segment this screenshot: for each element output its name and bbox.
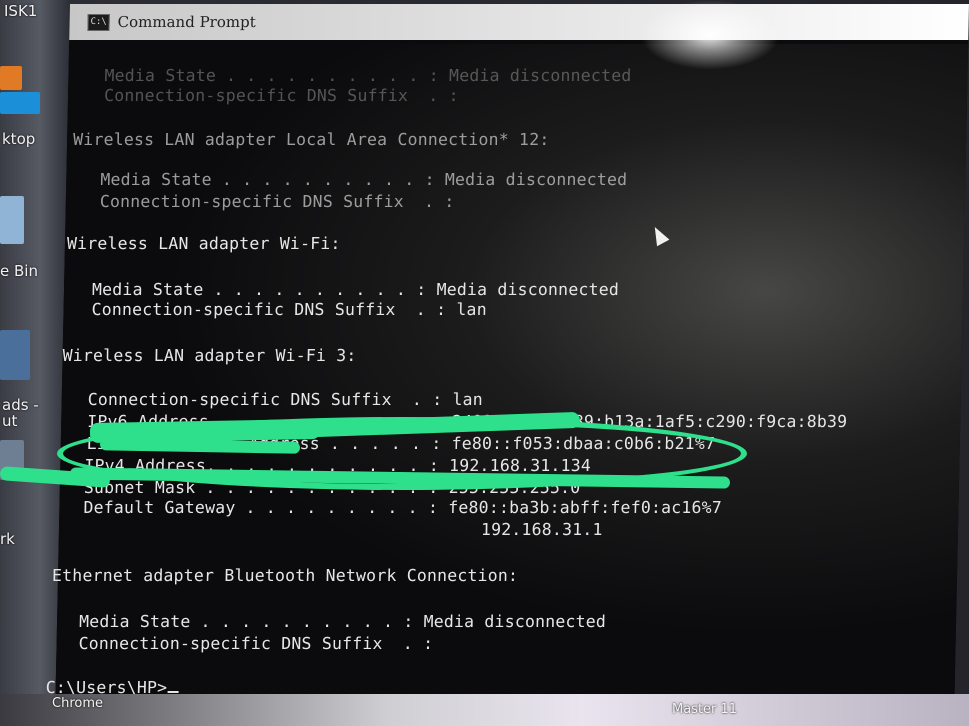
console-line: Connection-specific DNS Suffix . : lan — [91, 300, 488, 319]
desktop-label-shortcut: ut — [2, 412, 18, 430]
taskbar-item-master[interactable]: Master 11 — [672, 702, 737, 717]
console-line: Connection-specific DNS Suffix . : — [99, 192, 455, 211]
console-output[interactable]: Media State . . . . . . . . . . : Media … — [45, 44, 969, 697]
desktop-icon-orange[interactable] — [0, 66, 22, 90]
default-gateway-line: Default Gateway . . . . . . . . . : fe80… — [83, 498, 723, 517]
console-line: Media State . . . . . . . . . . : Media … — [100, 170, 628, 189]
taskbar[interactable]: Chrome Master 11 — [0, 694, 969, 726]
screen-glare — [640, 0, 780, 70]
command-prompt-window[interactable]: C:\ Command Prompt Media State . . . . .… — [45, 4, 969, 697]
cmd-icon: C:\ — [87, 13, 110, 31]
gateway-ipv4-line: 192.168.31.1 — [480, 520, 603, 539]
desktop-label-network: rk — [0, 530, 15, 548]
console-line: Connection-specific DNS Suffix . : lan — [87, 390, 484, 409]
console-line: Media State . . . . . . . . . . : Media … — [104, 66, 632, 85]
window-title: Command Prompt — [117, 13, 256, 31]
desktop-label-disk: ISK1 — [4, 2, 38, 20]
taskbar-item-chrome[interactable]: Chrome — [52, 696, 103, 711]
adapter-heading: Wireless LAN adapter Wi-Fi: — [66, 234, 341, 253]
shortcut-icon[interactable] — [0, 330, 30, 380]
adapter-heading: Ethernet adapter Bluetooth Network Conne… — [51, 566, 519, 585]
adapter-heading: Wireless LAN adapter Local Area Connecti… — [72, 130, 550, 149]
console-line: Media State . . . . . . . . . . : Media … — [91, 280, 620, 299]
title-bar[interactable]: C:\ Command Prompt — [69, 4, 969, 40]
desktop-label-desktop: ktop — [2, 130, 36, 148]
desktop-label-recycle-bin: e Bin — [0, 262, 38, 280]
console-line: Connection-specific DNS Suffix . : — [78, 634, 434, 653]
desktop-icon-blue[interactable] — [0, 92, 40, 114]
recycle-bin-icon[interactable] — [0, 196, 24, 244]
adapter-heading: Wireless LAN adapter Wi-Fi 3: — [62, 346, 357, 365]
console-line: Media State . . . . . . . . . . : Media … — [78, 612, 607, 631]
console-line: Connection-specific DNS Suffix . : — [103, 86, 459, 105]
text-cursor — [167, 691, 179, 693]
